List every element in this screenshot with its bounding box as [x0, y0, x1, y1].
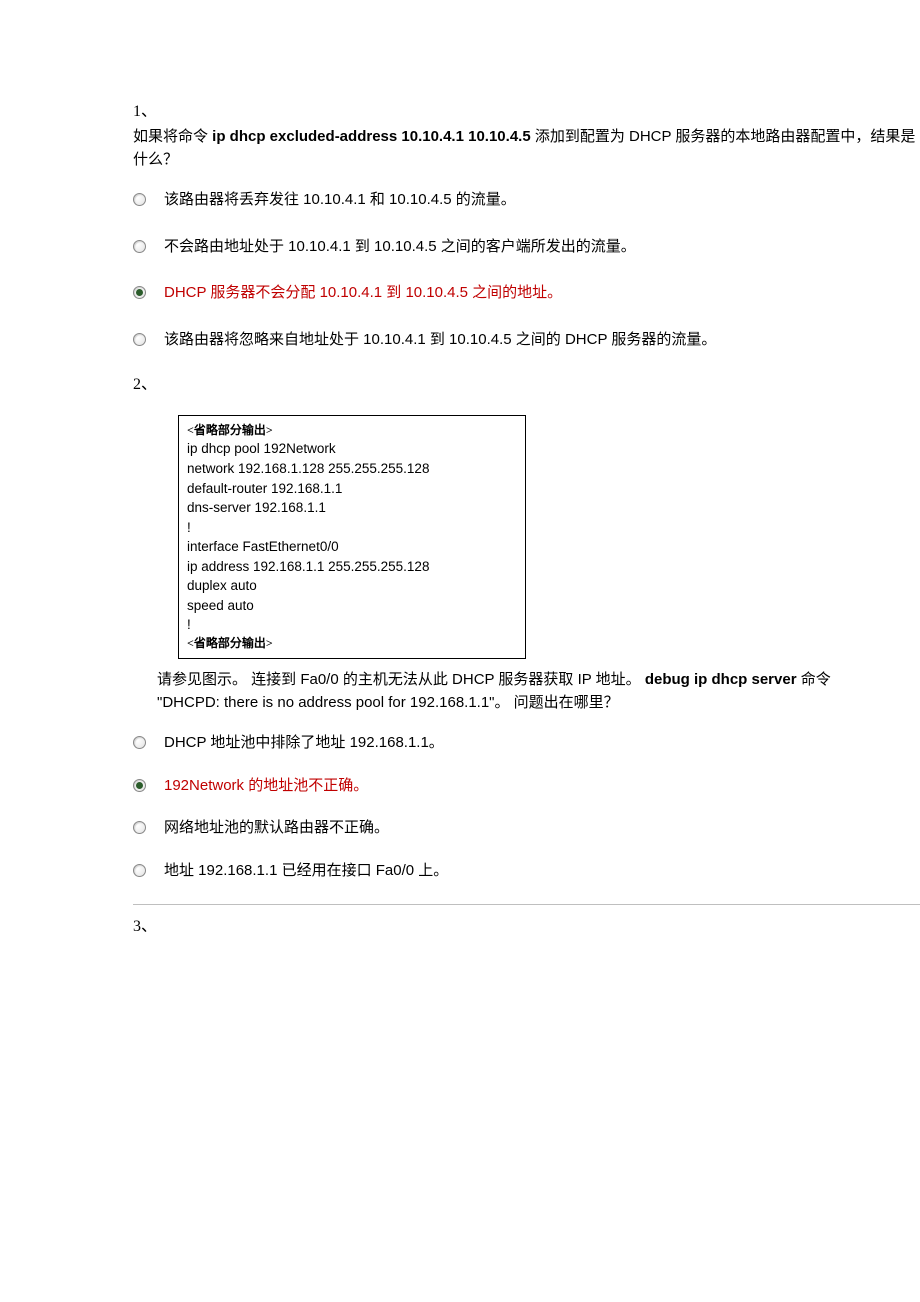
q2-option-3[interactable]: 网络地址池的默认路由器不正确。 — [133, 817, 920, 840]
question-1-number: 1、 — [133, 100, 920, 124]
exhibit-line: dns-server 192.168.1.1 — [187, 498, 517, 518]
exhibit-line: network 192.168.1.128 255.255.255.128 — [187, 459, 517, 479]
exhibit-line: ip dhcp pool 192Network — [187, 439, 517, 459]
question-2-exhibit: <省略部分输出> ip dhcp pool 192Network network… — [178, 415, 526, 659]
q2-option-1[interactable]: DHCP 地址池中排除了地址 192.168.1.1。 — [133, 732, 920, 755]
page-content: 1、 如果将命令 ip dhcp excluded-address 10.10.… — [0, 0, 920, 1211]
radio-icon[interactable] — [133, 333, 146, 346]
q2-desc-pre: 请参见图示。 连接到 Fa0/0 的主机无法从此 DHCP 服务器获取 IP 地… — [157, 671, 645, 688]
question-3-number: 3、 — [133, 915, 920, 939]
exhibit-line: default-router 192.168.1.1 — [187, 479, 517, 499]
exhibit-line: duplex auto — [187, 576, 517, 596]
question-2-number: 2、 — [133, 373, 920, 397]
radio-icon[interactable] — [133, 821, 146, 834]
exhibit-line: ip address 192.168.1.1 255.255.255.128 — [187, 557, 517, 577]
q2-option-2-label: 192Network 的地址池不正确。 — [164, 775, 368, 798]
question-1-text: 如果将命令 ip dhcp excluded-address 10.10.4.1… — [133, 126, 920, 171]
q1-option-3[interactable]: DHCP 服务器不会分配 10.10.4.1 到 10.10.4.5 之间的地址… — [133, 282, 920, 305]
radio-icon-selected[interactable] — [133, 286, 146, 299]
q1-text-cmd: ip dhcp excluded-address 10.10.4.1 10.10… — [212, 128, 531, 145]
radio-icon[interactable] — [133, 864, 146, 877]
q2-desc-line2: "DHCPD: there is no address pool for 192… — [157, 694, 619, 711]
question-1-options: 该路由器将丢弃发往 10.10.4.1 和 10.10.4.5 的流量。 不会路… — [133, 189, 920, 351]
q1-option-1[interactable]: 该路由器将丢弃发往 10.10.4.1 和 10.10.4.5 的流量。 — [133, 189, 920, 212]
q1-option-4[interactable]: 该路由器将忽略来自地址处于 10.10.4.1 到 10.10.4.5 之间的 … — [133, 329, 920, 352]
exhibit-line: interface FastEthernet0/0 — [187, 537, 517, 557]
separator — [133, 904, 920, 905]
exhibit-omit-bottom: <省略部分输出> — [187, 635, 517, 652]
q2-option-2[interactable]: 192Network 的地址池不正确。 — [133, 775, 920, 798]
q2-desc-mid: 命令 — [797, 671, 831, 688]
q2-option-3-label: 网络地址池的默认路由器不正确。 — [164, 817, 389, 840]
exhibit-line: ! — [187, 615, 517, 635]
q1-option-1-label: 该路由器将丢弃发往 10.10.4.1 和 10.10.4.5 的流量。 — [164, 189, 516, 212]
q1-option-2[interactable]: 不会路由地址处于 10.10.4.1 到 10.10.4.5 之间的客户端所发出… — [133, 236, 920, 259]
q1-option-2-label: 不会路由地址处于 10.10.4.1 到 10.10.4.5 之间的客户端所发出… — [164, 236, 636, 259]
q2-desc-cmd: debug ip dhcp server — [645, 671, 797, 688]
radio-icon[interactable] — [133, 240, 146, 253]
radio-icon[interactable] — [133, 736, 146, 749]
q1-option-4-label: 该路由器将忽略来自地址处于 10.10.4.1 到 10.10.4.5 之间的 … — [164, 329, 716, 352]
exhibit-line: ! — [187, 518, 517, 538]
exhibit-line: speed auto — [187, 596, 517, 616]
bottom-spacer — [133, 941, 920, 1211]
exhibit-omit-top: <省略部分输出> — [187, 422, 517, 439]
question-2-options: DHCP 地址池中排除了地址 192.168.1.1。 192Network 的… — [133, 732, 920, 882]
radio-icon-selected[interactable] — [133, 779, 146, 792]
q1-text-pre: 如果将命令 — [133, 128, 212, 145]
question-2-description: 请参见图示。 连接到 Fa0/0 的主机无法从此 DHCP 服务器获取 IP 地… — [157, 669, 920, 714]
q1-option-3-label: DHCP 服务器不会分配 10.10.4.1 到 10.10.4.5 之间的地址… — [164, 282, 562, 305]
q2-option-4-label: 地址 192.168.1.1 已经用在接口 Fa0/0 上。 — [164, 860, 448, 883]
radio-icon[interactable] — [133, 193, 146, 206]
q2-option-1-label: DHCP 地址池中排除了地址 192.168.1.1。 — [164, 732, 444, 755]
q2-option-4[interactable]: 地址 192.168.1.1 已经用在接口 Fa0/0 上。 — [133, 860, 920, 883]
